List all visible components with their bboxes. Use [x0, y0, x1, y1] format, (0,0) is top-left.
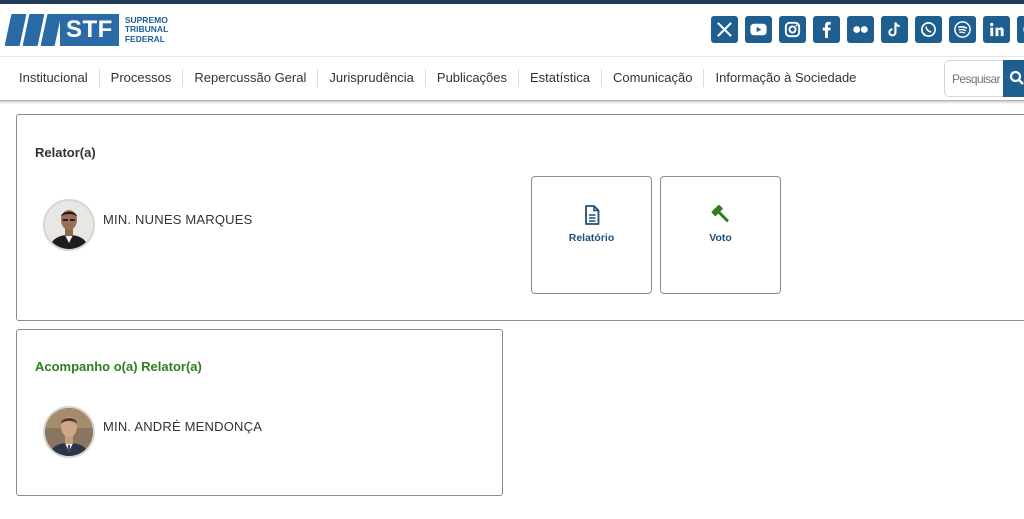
nav-item-estatistica[interactable]: Estatística: [519, 69, 602, 87]
avatar: [43, 406, 95, 458]
logo-abbrev: STF: [60, 14, 119, 46]
logo-line-3: FEDERAL: [124, 33, 165, 44]
facebook-icon[interactable]: [813, 16, 840, 43]
search-icon: [1009, 70, 1024, 85]
spotify-icon[interactable]: [949, 16, 976, 43]
search-button[interactable]: [1003, 60, 1024, 97]
relatorio-label: Relatório: [568, 232, 615, 244]
nav-item-processos[interactable]: Processos: [100, 69, 184, 87]
x-icon[interactable]: [711, 16, 738, 43]
nav-divider: [0, 100, 1024, 104]
linkedin-icon[interactable]: [983, 16, 1010, 43]
logo-columns-icon: [4, 14, 62, 46]
main-nav: Institucional Processos Repercussão Gera…: [0, 56, 1024, 100]
tiktok-icon[interactable]: [881, 16, 908, 43]
extra-icon[interactable]: [1017, 16, 1024, 43]
nav-menu: Institucional Processos Repercussão Gera…: [8, 69, 867, 87]
search-input[interactable]: [945, 61, 1004, 96]
youtube-icon[interactable]: [745, 16, 772, 43]
relator-minister-name: MIN. NUNES MARQUES: [103, 212, 253, 227]
site-header: STF SUPREMO TRIBUNAL FEDERAL: [0, 4, 1024, 54]
nav-item-publicacoes[interactable]: Publicações: [426, 69, 520, 87]
search-field: [944, 60, 1004, 97]
nav-item-jurisprudencia[interactable]: Jurisprudência: [318, 69, 426, 87]
relator-panel: Relator(a) MIN. NUNES MARQUES Relatório: [16, 114, 1024, 321]
social-links: [711, 16, 1024, 43]
stf-logo[interactable]: STF SUPREMO TRIBUNAL FEDERAL: [4, 13, 168, 47]
whatsapp-icon[interactable]: [915, 16, 942, 43]
nav-item-repercussao-geral[interactable]: Repercussão Geral: [183, 69, 319, 87]
vote-minister-name: MIN. ANDRÉ MENDONÇA: [103, 419, 263, 434]
voto-button[interactable]: Voto: [660, 176, 781, 294]
instagram-icon[interactable]: [779, 16, 806, 43]
relatorio-button[interactable]: Relatório: [531, 176, 652, 294]
flickr-icon[interactable]: [847, 16, 874, 43]
nav-item-comunicacao[interactable]: Comunicação: [602, 69, 705, 87]
document-icon: [584, 205, 599, 225]
avatar: [43, 199, 95, 251]
logo-words: SUPREMO TRIBUNAL FEDERAL: [124, 15, 168, 45]
nav-item-institucional[interactable]: Institucional: [8, 69, 100, 87]
nav-item-informacao-sociedade[interactable]: Informação à Sociedade: [704, 69, 867, 87]
gavel-icon: [711, 205, 729, 223]
vote-title: Acompanho o(a) Relator(a): [35, 359, 202, 374]
voto-label: Voto: [709, 232, 732, 244]
vote-panel: Acompanho o(a) Relator(a) MIN. ANDRÉ MEN…: [16, 329, 503, 496]
relator-title: Relator(a): [35, 145, 96, 160]
